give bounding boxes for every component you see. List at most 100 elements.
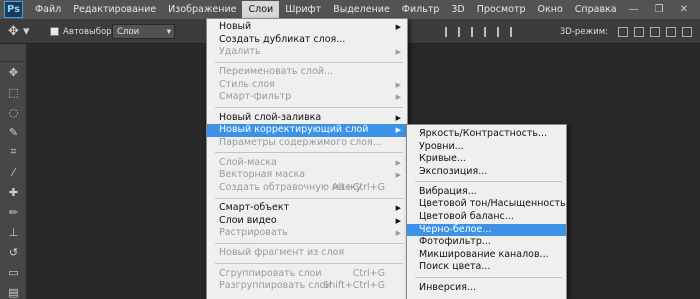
crop-icon[interactable]: ⌗ (0, 142, 27, 162)
menu-item-label: Цветовой тон/Насыщенность... (419, 198, 567, 210)
menu-type[interactable]: Шрифт (279, 1, 327, 18)
menu-filter[interactable]: Фильтр (396, 1, 446, 18)
history-brush-icon[interactable]: ↺ (0, 242, 27, 262)
menu-separator (207, 59, 407, 67)
autoselect-label: Автовыбор: (63, 26, 115, 37)
eyedropper-icon[interactable]: ⁄ (0, 162, 27, 182)
menu-item-label: Экспозиция... (419, 165, 488, 177)
submenu-arrow-icon: ▶ (395, 113, 401, 122)
menu-item-shortcut: Alt+Ctrl+G (331, 182, 385, 194)
menu-item-label: Кривые... (419, 153, 466, 165)
menu-item-label: Фотофильтр... (419, 236, 491, 248)
3d-scale-icon[interactable] (682, 26, 692, 37)
restore-icon[interactable]: ❐ (655, 4, 664, 15)
distribute-center-icon[interactable] (497, 26, 505, 37)
menu-item-label: Черно-белое... (419, 223, 492, 235)
autoselect-option[interactable]: Автовыбор: (50, 19, 114, 44)
menu-separator (207, 149, 407, 157)
menu-item[interactable]: Новый слой-заливка ▶ (207, 112, 407, 125)
menu-item[interactable]: Смарт-объект ▶ (207, 202, 407, 215)
submenu-arrow-icon: ▶ (395, 23, 401, 31)
menu-file[interactable]: Файл (29, 1, 67, 18)
menu-view[interactable]: Просмотр (471, 1, 532, 18)
healing-icon[interactable]: ✚ (0, 182, 27, 202)
menu-item[interactable]: Цветовой баланс... (407, 211, 566, 224)
distribute-right-icon[interactable] (510, 26, 518, 37)
align-icons-group (445, 19, 518, 44)
gradient-icon[interactable]: ▤ (0, 282, 27, 299)
lasso-icon[interactable]: ◌ (0, 102, 27, 122)
minimize-icon[interactable]: — (629, 4, 639, 15)
menu-item[interactable]: Инверсия... (407, 282, 566, 295)
menu-item-label: Уровни... (419, 140, 464, 152)
menu-item[interactable]: Кривые... (407, 153, 566, 166)
quick-select-icon[interactable]: ✎ (0, 122, 27, 142)
3d-roll-icon[interactable] (634, 26, 644, 37)
submenu-arrow-icon: ▶ (395, 204, 401, 213)
menu-item-label: Слои видео (219, 214, 277, 226)
menu-separator (207, 104, 407, 112)
menu-separator (407, 178, 566, 186)
menu-layers[interactable]: Слои (242, 1, 280, 18)
menu-item[interactable]: Микширование каналов... (407, 249, 566, 262)
menu-3d[interactable]: 3D (445, 1, 470, 18)
align-left-icon[interactable] (445, 26, 453, 37)
menu-item-label: Микширование каналов... (419, 248, 549, 260)
menu-item[interactable]: Черно-белое... (407, 223, 566, 237)
autoselect-target-select[interactable]: Слои ▾ (112, 24, 175, 39)
menu-item[interactable]: Уровни... (407, 141, 566, 154)
3d-mode-label: 3D-режим: (559, 26, 608, 37)
menu-item[interactable]: Вибрация... (407, 186, 566, 199)
menu-item: Разгруппировать слои Shift+Ctrl+G (207, 280, 407, 293)
menu-select[interactable]: Выделение (327, 1, 396, 18)
align-right-icon[interactable] (471, 26, 479, 37)
3d-rotate-icon[interactable] (618, 26, 628, 37)
autoselect-target-value: Слои (117, 26, 140, 37)
adjustment-layer-submenu: Яркость/Контрастность... Уровни... Кривые.… (406, 124, 567, 299)
menu-item-label: Разгруппировать слои (219, 280, 332, 292)
menu-item-label: Параметры содержимого слоя... (219, 136, 382, 148)
menu-item-label: Новый фрагмент из слоя (219, 247, 345, 259)
menu-item-label: Поиск цвета... (419, 261, 491, 273)
move-tool-preset-icon[interactable]: ✥ ▾ (8, 19, 30, 44)
menu-item[interactable]: Слои видео ▶ (207, 215, 407, 228)
menu-edit[interactable]: Редактирование (67, 1, 162, 18)
align-center-icon[interactable] (458, 26, 466, 37)
3d-slide-icon[interactable] (666, 26, 676, 37)
menu-item[interactable]: Цветовой тон/Насыщенность... (407, 198, 566, 211)
submenu-arrow-icon: ▶ (395, 158, 401, 167)
menu-item[interactable]: Фотофильтр... (407, 236, 566, 249)
3d-pan-icon[interactable] (650, 26, 660, 37)
autoselect-checkbox[interactable] (50, 27, 59, 36)
eraser-icon[interactable]: ▭ (0, 262, 27, 282)
menu-item[interactable]: Создать дубликат слоя... (207, 34, 407, 47)
menu-item: Параметры содержимого слоя... (207, 137, 407, 150)
brush-icon[interactable]: ✏ (0, 202, 27, 222)
menu-bar: Ps Файл Редактирование Изображение Слои … (0, 0, 700, 19)
menu-separator (407, 274, 566, 282)
distribute-icon[interactable] (484, 26, 492, 37)
menu-item[interactable]: Новый корректирующий слой ▶ (207, 124, 407, 137)
menu-item-label: Сгруппировать слои (219, 267, 322, 279)
menu-image[interactable]: Изображение (162, 1, 242, 18)
tools-panel: ✥ ⬚ ◌ ✎ ⌗ ⁄ ✚ ✏ ⊥ ↺ ▭ ▤ (0, 44, 27, 299)
menu-window[interactable]: Окно (532, 1, 569, 18)
submenu-arrow-icon: ▶ (395, 93, 401, 102)
menu-item-label: Удалить (219, 46, 261, 58)
menu-item[interactable]: Яркость/Контрастность... (407, 128, 566, 141)
window-controls: — ❐ ✕ (629, 4, 700, 15)
panel-grip[interactable] (0, 44, 26, 62)
menu-item-label: Смарт-объект (219, 202, 290, 214)
menu-item: Переименовать слой... (207, 66, 407, 79)
menu-item[interactable]: Поиск цвета... (407, 261, 566, 274)
move-icon[interactable]: ✥ (0, 62, 27, 82)
menu-item-label: Яркость/Контрастность... (419, 128, 548, 139)
marquee-icon[interactable]: ⬚ (0, 82, 27, 102)
menu-item-label: Создать дубликат слоя... (219, 33, 346, 45)
menu-item[interactable]: Экспозиция... (407, 166, 566, 179)
menu-help[interactable]: Справка (569, 1, 623, 18)
menu-item[interactable]: Новый ▶ (207, 21, 407, 34)
stamp-icon[interactable]: ⊥ (0, 222, 27, 242)
layers-dropdown-menu: Новый ▶ Создать дубликат слоя... Удалить ▶ Пе… (206, 18, 408, 299)
close-icon[interactable]: ✕ (680, 4, 688, 15)
